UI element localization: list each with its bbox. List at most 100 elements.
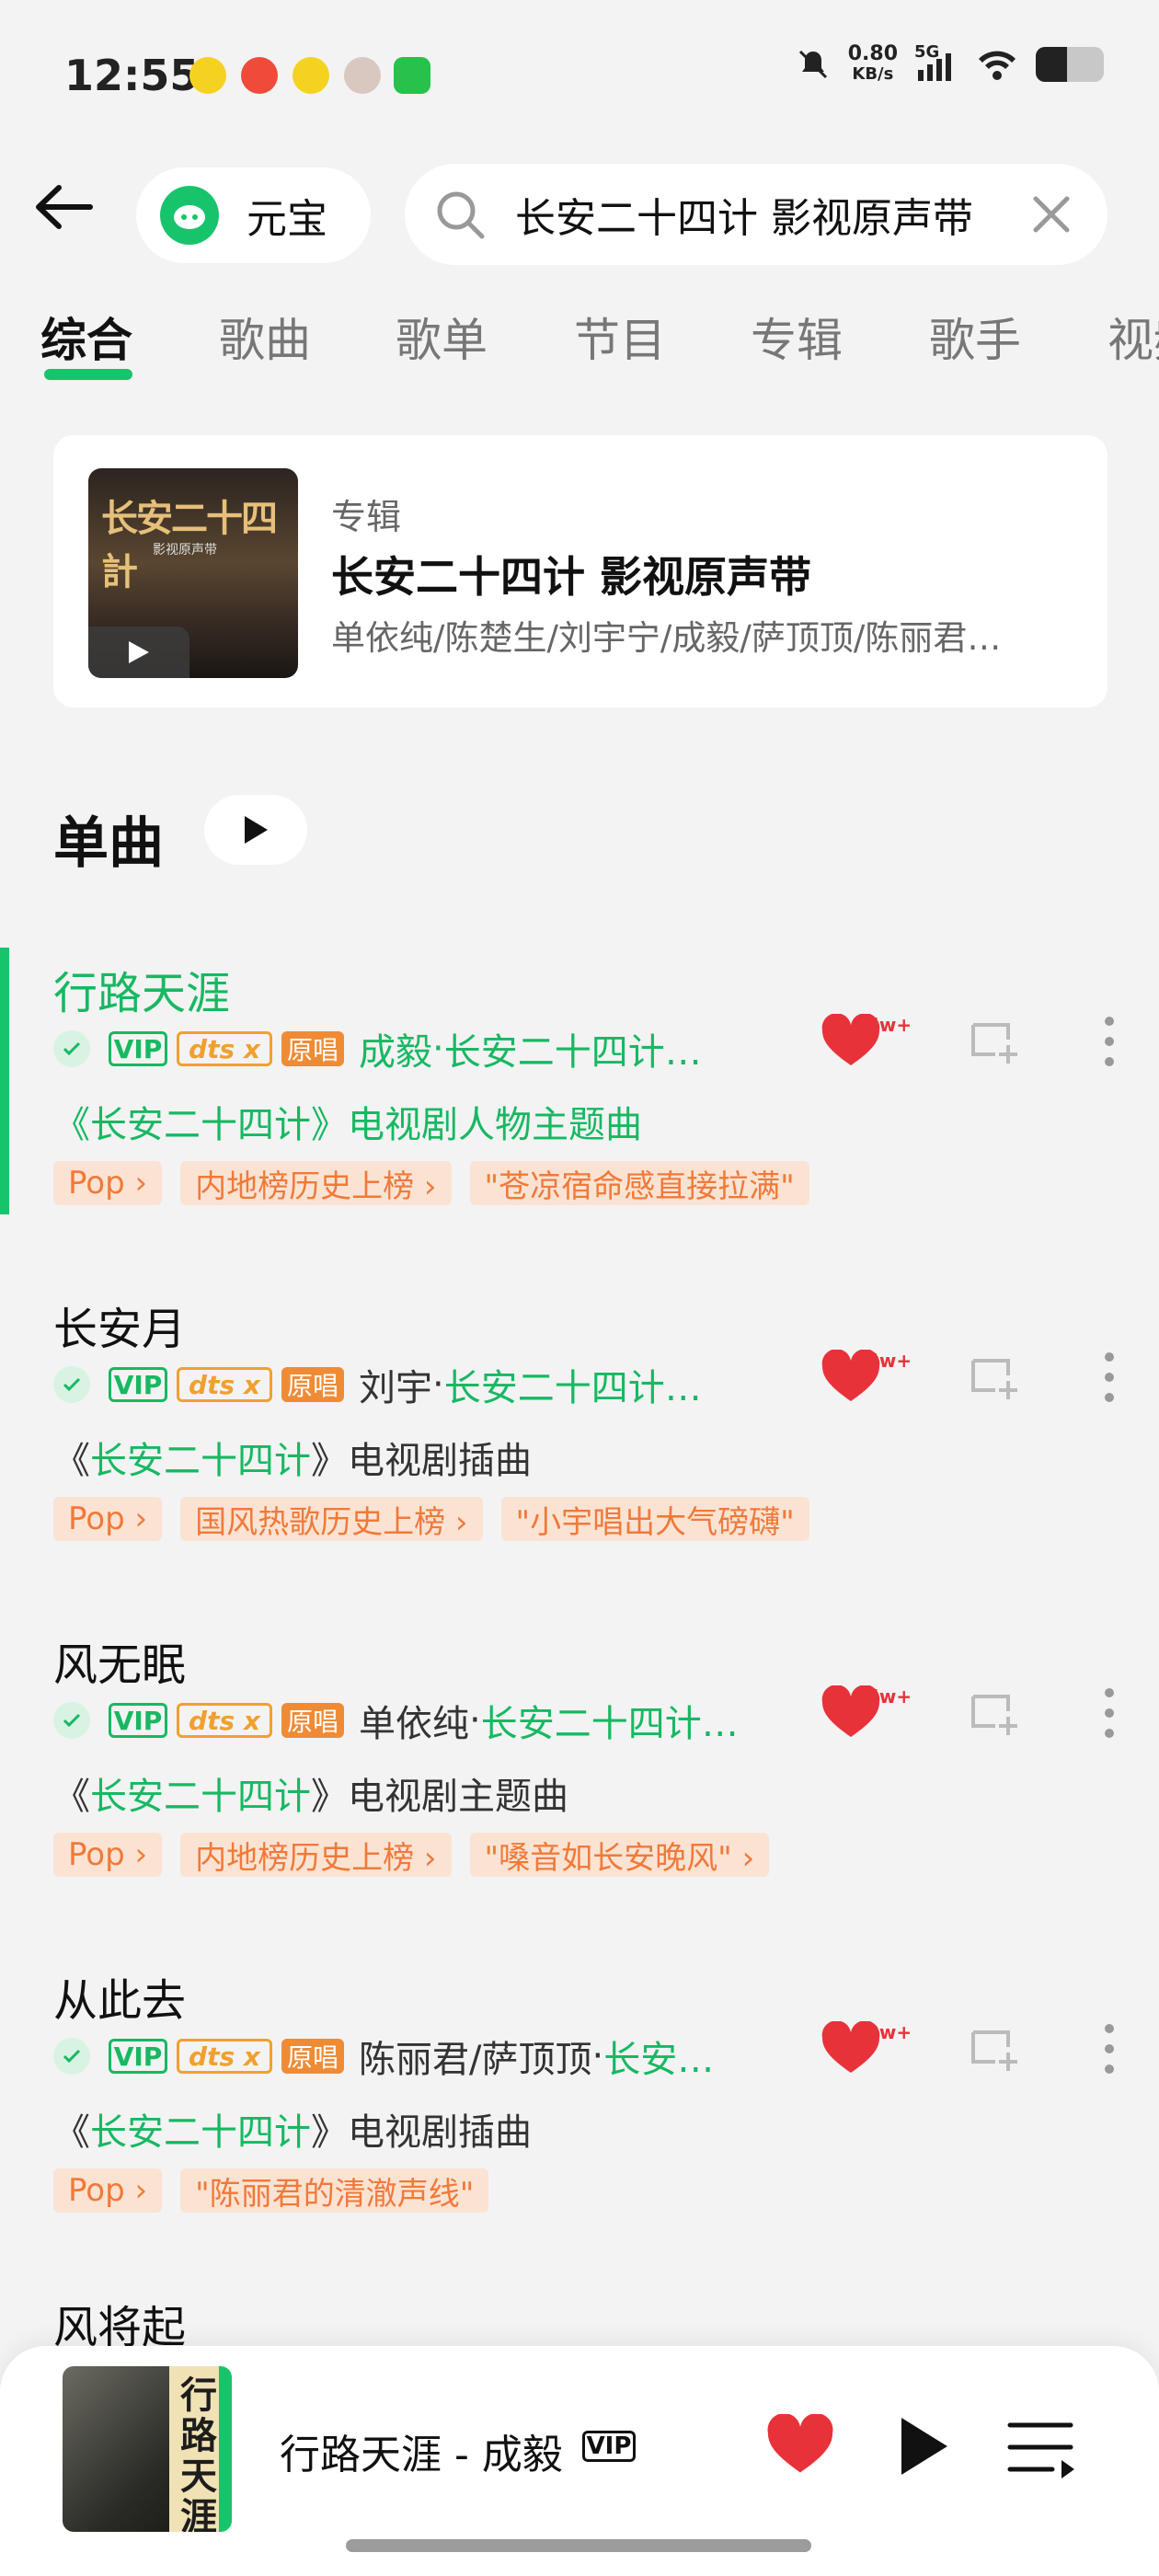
album-result-card[interactable]: 长安二十四計 影视原声带 专辑 长安二十四计 影视原声带 单依纯/陈楚生/刘宇宁… — [53, 435, 1107, 707]
desc-prefix: 《 — [53, 1440, 90, 1482]
play-icon — [245, 816, 268, 844]
song-title: 行路天涯 — [53, 968, 231, 1019]
more-options-icon[interactable] — [1100, 1685, 1119, 1741]
song-row[interactable]: 从此去 VIP dts x 原唱 陈丽君/萨顶顶 · 长安… 《长安二十四计》电… — [0, 1964, 1159, 2240]
search-box[interactable]: 长安二十四计 影视原声带 — [405, 164, 1107, 265]
album-type-label: 专辑 — [331, 497, 402, 537]
more-options-icon[interactable] — [1100, 1014, 1119, 1069]
album-separator: · — [432, 1028, 444, 1070]
song-row[interactable]: 行路天涯 VIP dts x 原唱 成毅 · 长安二十四计… 《长安二十四计》电… — [0, 948, 1159, 1233]
tab-videos[interactable]: 视频 — [1107, 304, 1159, 370]
tag[interactable]: "嗓音如长安晚风" › — [469, 1833, 770, 1877]
dts-badge: dts x — [177, 1703, 272, 1738]
desc-prefix: 《长安二十四计》电视剧人物主题曲 — [53, 1104, 642, 1146]
song-title: 长安月 — [53, 1304, 187, 1355]
play-icon[interactable] — [896, 2414, 951, 2478]
play-all-button[interactable] — [204, 795, 307, 865]
tag[interactable]: 国风热歌历史上榜 › — [180, 1497, 483, 1541]
add-to-playlist-icon[interactable] — [968, 1684, 1023, 1739]
like-button[interactable]: 5w+ — [820, 1013, 912, 1078]
like-button[interactable]: 5w+ — [820, 1685, 912, 1750]
original-badge: 原唱 — [281, 1367, 344, 1402]
desc-suffix: 》电视剧插曲 — [311, 1440, 532, 1482]
vip-badge: VIP — [582, 2431, 636, 2462]
song-tags: Pop › 内地榜历史上榜 › "苍凉宿命感直接拉满" — [53, 1161, 809, 1205]
tag[interactable]: Pop › — [53, 1833, 163, 1877]
avatar-icon — [344, 57, 381, 94]
tab-all[interactable]: 综合 — [40, 304, 132, 370]
song-description: 《长安二十四计》电视剧人物主题曲 — [53, 1095, 642, 1148]
desc-prefix: 《 — [53, 2111, 90, 2154]
album-artists: 单依纯/陈楚生/刘宇宁/成毅/萨顶顶/陈丽君… — [331, 618, 1002, 658]
tab-artists[interactable]: 歌手 — [929, 304, 1021, 370]
wifi-icon — [979, 51, 1016, 80]
play-icon — [129, 641, 149, 663]
album-cover-subtitle: 影视原声带 — [153, 543, 217, 558]
tab-songs[interactable]: 歌曲 — [219, 304, 311, 370]
song-artist[interactable]: 刘宇 — [359, 1362, 432, 1408]
weibo-icon — [241, 57, 278, 94]
add-to-playlist-icon[interactable] — [968, 1348, 1023, 1403]
song-title: 从此去 — [53, 1975, 187, 2027]
song-title: 风无眠 — [53, 1639, 187, 1691]
home-indicator[interactable] — [346, 2539, 811, 2552]
active-tab-indicator — [44, 369, 132, 380]
song-description: 《长安二十四计》电视剧插曲 — [53, 2102, 532, 2156]
tag[interactable]: Pop › — [53, 1161, 163, 1205]
net-speed-value: 0.80 — [847, 42, 898, 65]
desc-suffix: 》电视剧插曲 — [311, 2111, 532, 2154]
album-cover[interactable]: 长安二十四計 影视原声带 — [88, 468, 298, 678]
like-button[interactable]: 4w+ — [820, 1349, 912, 1414]
tag[interactable]: Pop › — [53, 1497, 163, 1541]
song-album[interactable]: 长安二十四计… — [481, 1697, 739, 1743]
song-artist[interactable]: 成毅 — [359, 1026, 432, 1072]
song-album[interactable]: 长安二十四计… — [444, 1026, 702, 1072]
now-playing-cover[interactable]: 行路天涯 — [63, 2366, 228, 2532]
yuanbao-assistant-button[interactable]: 元宝 — [136, 167, 371, 263]
tag[interactable]: Pop › — [53, 2168, 163, 2213]
clear-icon[interactable] — [1028, 191, 1074, 237]
tab-programs[interactable]: 节目 — [574, 304, 666, 370]
qq-music-icon — [293, 57, 329, 94]
tab-playlists[interactable]: 歌单 — [396, 304, 488, 370]
original-badge: 原唱 — [281, 1703, 344, 1738]
status-bar: 12:55 0.80 KB/s 5G — [0, 0, 1159, 147]
song-row[interactable]: 长安月 VIP dts x 原唱 刘宇 · 长安二十四计… 《长安二十四计》电视… — [0, 1293, 1159, 1569]
song-artist[interactable]: 陈丽君/萨顶顶 — [359, 2033, 591, 2079]
tag[interactable]: 内地榜历史上榜 › — [180, 1833, 452, 1877]
desc-prefix: 《 — [53, 1776, 90, 1818]
tag[interactable]: "陈丽君的清澈声线" — [180, 2168, 489, 2213]
song-tags: Pop › 国风热歌历史上榜 › "小宇唱出大气磅礴" — [53, 1497, 809, 1541]
more-options-icon[interactable] — [1100, 2021, 1119, 2076]
playlist-queue-icon[interactable] — [1006, 2420, 1080, 2480]
signal-icon: 5G — [914, 42, 958, 83]
like-button[interactable]: 2w+ — [820, 2020, 912, 2086]
desc-suffix: 》电视剧主题曲 — [311, 1776, 568, 1818]
song-tags: Pop › "陈丽君的清澈声线" — [53, 2168, 489, 2213]
desc-highlight: 长安二十四计 — [90, 2111, 311, 2154]
add-to-playlist-icon[interactable] — [968, 2019, 1023, 2075]
song-meta: VIP dts x 原唱 陈丽君/萨顶顶 · 长安… — [53, 2033, 762, 2079]
yuanbao-label: 元宝 — [247, 196, 327, 243]
tag[interactable]: "小宇唱出大气磅礴" — [500, 1497, 809, 1541]
album-title: 长安二十四计 影视原声带 — [331, 552, 812, 602]
like-count: 2w+ — [866, 2021, 912, 2043]
song-album[interactable]: 长安二十四计… — [444, 1362, 702, 1408]
tag[interactable]: 内地榜历史上榜 › — [180, 1161, 452, 1205]
tag[interactable]: "苍凉宿命感直接拉满" — [469, 1161, 809, 1205]
qq-music-icon — [189, 57, 226, 94]
more-options-icon[interactable] — [1100, 1350, 1119, 1405]
album-separator: · — [591, 2035, 604, 2077]
add-to-playlist-icon[interactable] — [968, 1012, 1023, 1067]
search-input[interactable]: 长安二十四计 影视原声带 — [515, 185, 1003, 244]
song-album[interactable]: 长安… — [603, 2033, 714, 2079]
song-row[interactable]: 风无眠 VIP dts x 原唱 单依纯 · 长安二十四计… 《长安二十四计》电… — [0, 1628, 1159, 1904]
song-description: 《长安二十四计》电视剧插曲 — [53, 1431, 532, 1484]
now-playing-title[interactable]: 行路天涯 - 成毅 — [280, 2421, 563, 2480]
vip-badge: VIP — [109, 1703, 167, 1738]
tab-albums[interactable]: 专辑 — [751, 304, 843, 370]
song-artist[interactable]: 单依纯 — [359, 1697, 469, 1743]
heart-icon[interactable] — [765, 2414, 835, 2477]
back-button[interactable] — [31, 175, 96, 239]
album-play-button[interactable] — [88, 627, 189, 678]
